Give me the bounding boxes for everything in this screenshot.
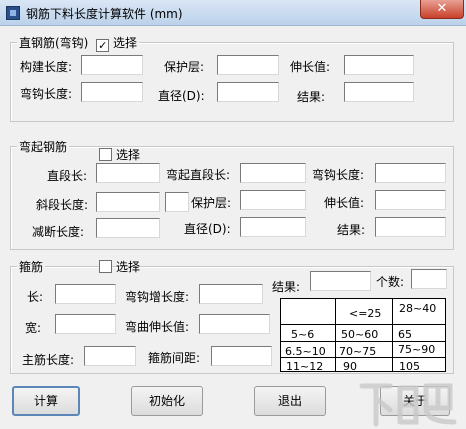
table-cell: 65 bbox=[398, 328, 412, 341]
close-button[interactable]: ✕ bbox=[420, 0, 464, 19]
bend-elongation-input[interactable] bbox=[199, 314, 270, 334]
stirrup-checkbox[interactable] bbox=[99, 260, 112, 273]
stirrup-result-input[interactable] bbox=[310, 271, 371, 291]
stirrup-count-input[interactable] bbox=[411, 269, 447, 289]
about-button[interactable]: 关于 bbox=[380, 386, 450, 416]
table-cell: 50~60 bbox=[341, 328, 379, 341]
table-cell: <=25 bbox=[349, 307, 382, 320]
calculate-button[interactable]: 计算 bbox=[12, 386, 80, 416]
stirrup-spacing-input[interactable] bbox=[211, 346, 272, 366]
bent-hook-length-input[interactable] bbox=[375, 163, 446, 183]
title-bar: 钢筋下料长度计算软件 (mm) ✕ bbox=[0, 0, 466, 26]
oblique-length-input[interactable] bbox=[96, 192, 160, 212]
bent-diameter-label: 直径(D): bbox=[184, 222, 231, 236]
bent-checkbox[interactable] bbox=[99, 148, 112, 161]
straight-bar-group-title: 直钢筋(弯钩) ✓ 选择 bbox=[17, 34, 140, 52]
initialize-button[interactable]: 初始化 bbox=[131, 386, 203, 416]
bent-extra-input[interactable] bbox=[165, 192, 189, 212]
table-cell: 105 bbox=[399, 360, 420, 372]
main-bar-length-label: 主筋长度: bbox=[22, 353, 75, 367]
hook-increase-label: 弯钩增长度: bbox=[125, 290, 190, 304]
stirrup-count-label: 个数: bbox=[376, 275, 405, 289]
straight-hook-length-label: 弯钩长度: bbox=[20, 87, 73, 101]
member-length-label: 构建长度: bbox=[20, 60, 73, 74]
straight-checkbox-label: 选择 bbox=[113, 36, 138, 50]
straight-result-input[interactable] bbox=[344, 82, 414, 102]
table-cell: 11~12 bbox=[286, 360, 324, 372]
table-cell: 90 bbox=[343, 360, 357, 372]
shortened-length-input[interactable] bbox=[96, 218, 160, 238]
bent-straight-segment-input[interactable] bbox=[96, 163, 160, 183]
straight-cover-label: 保护层: bbox=[164, 60, 205, 74]
straight-elongation-input[interactable] bbox=[344, 55, 414, 75]
straight-hook-length-input[interactable] bbox=[81, 82, 143, 102]
bent-result-input[interactable] bbox=[375, 217, 446, 237]
oblique-length-label: 斜段长度: bbox=[36, 198, 89, 212]
bent-straight-length-input[interactable] bbox=[240, 163, 306, 183]
straight-diameter-label: 直径(D): bbox=[158, 89, 205, 103]
straight-cover-input[interactable] bbox=[217, 55, 279, 75]
bent-checkbox-label: 选择 bbox=[116, 148, 141, 162]
table-cell: 6.5~10 bbox=[285, 345, 326, 358]
stirrup-length-input[interactable] bbox=[55, 284, 116, 304]
exit-button[interactable]: 退出 bbox=[254, 386, 326, 416]
stirrup-length-label: 长: bbox=[27, 290, 44, 304]
bent-straight-segment-label: 直段长: bbox=[47, 169, 88, 183]
bent-bar-group-title: 弯起钢筋 bbox=[17, 138, 70, 155]
stirrup-result-label: 结果: bbox=[272, 280, 301, 294]
bent-straight-length-label: 弯起直段长: bbox=[166, 168, 231, 182]
table-cell: 70~75 bbox=[339, 345, 377, 358]
bent-cover-input[interactable] bbox=[240, 190, 306, 210]
hook-increase-input[interactable] bbox=[199, 284, 263, 304]
table-cell: 28~40 bbox=[399, 302, 437, 315]
straight-result-label: 结果: bbox=[297, 90, 326, 104]
bent-elongation-label: 伸长值: bbox=[324, 196, 365, 210]
stirrup-group-title: 箍筋 bbox=[17, 258, 46, 275]
straight-diameter-input[interactable] bbox=[217, 82, 279, 102]
table-cell: 5~6 bbox=[291, 328, 315, 341]
member-length-input[interactable] bbox=[81, 55, 143, 75]
straight-elongation-label: 伸长值: bbox=[290, 60, 331, 74]
stirrup-width-label: 宽: bbox=[25, 321, 42, 335]
main-bar-length-input[interactable] bbox=[84, 346, 136, 366]
bent-elongation-input[interactable] bbox=[375, 190, 446, 210]
stirrup-width-input[interactable] bbox=[55, 314, 116, 334]
hook-reference-table: <=25 28~40 5~6 50~60 65 6.5~10 70~75 75~… bbox=[280, 298, 446, 372]
window-title: 钢筋下料长度计算软件 (mm) bbox=[26, 7, 183, 21]
bent-cover-label: 保护层: bbox=[191, 196, 232, 210]
stirrup-checkbox-label: 选择 bbox=[116, 260, 141, 274]
table-cell: 75~90 bbox=[398, 343, 436, 356]
shortened-length-label: 减断长度: bbox=[32, 225, 85, 239]
stirrup-spacing-label: 箍筋间距: bbox=[148, 351, 201, 365]
app-icon bbox=[6, 6, 20, 20]
bent-diameter-input[interactable] bbox=[240, 217, 306, 237]
bend-elongation-label: 弯曲伸长值: bbox=[125, 320, 190, 334]
straight-checkbox[interactable]: ✓ bbox=[96, 39, 110, 52]
bent-result-label: 结果: bbox=[337, 223, 366, 237]
bent-hook-length-label: 弯钩长度: bbox=[312, 168, 365, 182]
